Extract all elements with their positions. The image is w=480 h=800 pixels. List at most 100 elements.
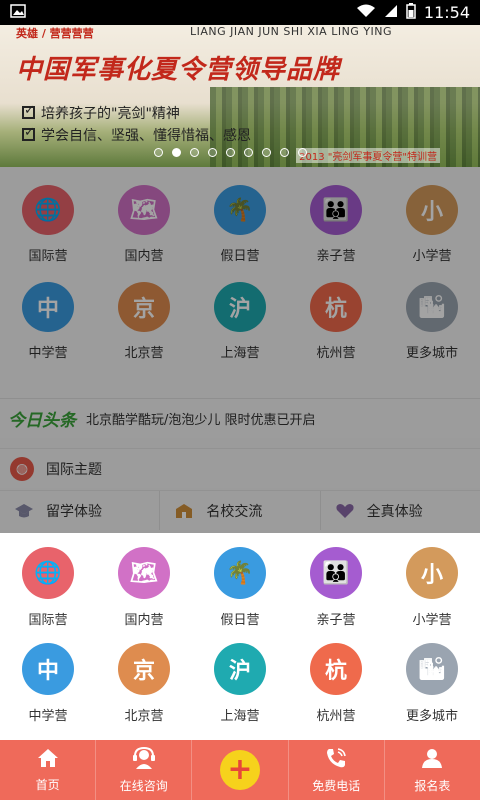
banner-line-2: 学会自信、坚强、懂得惜福、感恩 bbox=[22, 125, 251, 145]
category-row: 🌐 国际营 🗺 国内营 🌴 假日营 👪 亲子营 小小学营 bbox=[0, 167, 480, 264]
category-china-map[interactable]: 🗺 国内营 bbox=[96, 533, 192, 629]
globe-plane-icon: 🌐 bbox=[22, 185, 74, 235]
category-palm-tree[interactable]: 🌴 假日营 bbox=[192, 533, 288, 629]
hang-char-icon: 杭 bbox=[310, 643, 362, 695]
banner-headline: 中国军事化夏令营领导品牌 bbox=[16, 55, 341, 85]
image-notification-icon bbox=[10, 3, 26, 22]
category-label: 假日营 bbox=[220, 613, 260, 628]
home-icon bbox=[37, 748, 59, 772]
school-building-icon bbox=[174, 503, 194, 519]
carousel-dot[interactable] bbox=[154, 148, 163, 157]
category-hu-char[interactable]: 沪上海营 bbox=[192, 629, 288, 725]
hu-char-icon: 沪 bbox=[214, 643, 266, 695]
category-label: 中学营 bbox=[28, 709, 68, 724]
category-label: 杭州营 bbox=[316, 346, 356, 361]
category-label: 北京营 bbox=[124, 709, 164, 724]
carousel-dot[interactable] bbox=[190, 148, 199, 157]
today-headline-tag: 今日头条 bbox=[8, 411, 76, 431]
wifi-icon bbox=[356, 3, 376, 22]
xiao-char-icon: 小 bbox=[406, 547, 458, 599]
category-label: 杭州营 bbox=[316, 709, 356, 724]
bottom-tab-bar: 首页 在线咨询 + 免费电话 报名表 bbox=[0, 740, 480, 800]
user-icon bbox=[421, 747, 443, 773]
carousel-dot[interactable] bbox=[226, 148, 235, 157]
jing-char-icon: 京 bbox=[118, 643, 170, 695]
sub-item-real[interactable]: 全真体验 bbox=[321, 491, 480, 530]
graduation-cap-icon bbox=[14, 503, 34, 519]
headline-bar[interactable]: 今日头条 北京酷学酷玩/泡泡少儿 限时优惠已开启 bbox=[0, 398, 480, 438]
buildings-icon: 🏙 bbox=[406, 282, 458, 332]
category-label: 上海营 bbox=[220, 346, 260, 361]
plus-icon: + bbox=[220, 750, 260, 790]
category-label: 国际营 bbox=[28, 613, 68, 628]
category-label: 亲子营 bbox=[316, 249, 356, 264]
status-bar: 11:54 bbox=[0, 0, 480, 25]
category-label: 假日营 bbox=[220, 249, 260, 264]
category-label: 国内营 bbox=[124, 249, 164, 264]
category-label: 更多城市 bbox=[405, 346, 458, 361]
status-time: 11:54 bbox=[423, 3, 470, 22]
tab-online-consult[interactable]: 在线咨询 bbox=[96, 740, 193, 800]
china-map-icon: 🗺 bbox=[118, 185, 170, 235]
carousel-dot[interactable] bbox=[244, 148, 253, 157]
theme-row[interactable]: ◍ 国际主题 bbox=[0, 448, 480, 488]
banner-pinyin: LIANG JIAN JUN SHI XIA LING YING bbox=[190, 25, 393, 38]
theme-label: 国际主题 bbox=[46, 461, 102, 478]
parent-child-icon: 👪 bbox=[310, 185, 362, 235]
category-popup: 🌐 国际营 🗺 国内营 🌴 假日营 👪 亲子营小小学营 中中学营京北京营沪上海营杭杭州营 🏙 更多… bbox=[0, 533, 480, 740]
category-row: 中中学营京北京营沪上海营杭杭州营 🏙 更多城市 bbox=[0, 629, 480, 725]
tab-home[interactable]: 首页 bbox=[0, 740, 97, 800]
carousel-dot[interactable] bbox=[280, 148, 289, 157]
china-map-icon: 🗺 bbox=[118, 547, 170, 599]
heart-icon bbox=[335, 503, 355, 519]
category-xiao-char[interactable]: 小小学营 bbox=[384, 533, 480, 629]
category-hang-char[interactable]: 杭杭州营 bbox=[288, 629, 384, 725]
headline-text[interactable]: 北京酷学酷玩/泡泡少儿 限时优惠已开启 bbox=[86, 409, 316, 428]
carousel-dot[interactable] bbox=[262, 148, 271, 157]
carousel-dot[interactable] bbox=[172, 148, 181, 157]
category-grid-background: 🌐 国际营 🗺 国内营 🌴 假日营 👪 亲子营小小学营 中中学营京北京营沪上海营杭杭州营 🏙 更多… bbox=[0, 167, 480, 361]
category-xiao-char: 小小学营 bbox=[384, 167, 480, 264]
headset-icon bbox=[132, 746, 156, 773]
sub-item-exchange[interactable]: 名校交流 bbox=[160, 491, 321, 530]
hang-char-icon: 杭 bbox=[310, 282, 362, 332]
zhong-char-icon: 中 bbox=[22, 643, 74, 695]
xiao-char-icon: 小 bbox=[406, 185, 458, 235]
category-label: 中学营 bbox=[28, 346, 68, 361]
globe-icon: ◍ bbox=[10, 456, 34, 481]
sub-item-study[interactable]: 留学体验 bbox=[0, 491, 161, 530]
category-zhong-char[interactable]: 中中学营 bbox=[0, 629, 96, 725]
phone-icon bbox=[324, 747, 348, 773]
category-jing-char[interactable]: 京北京营 bbox=[96, 629, 192, 725]
zhong-char-icon: 中 bbox=[22, 282, 74, 332]
spacer bbox=[0, 361, 480, 398]
category-label: 国际营 bbox=[28, 249, 68, 264]
category-label: 小学营 bbox=[412, 249, 452, 264]
category-palm-tree: 🌴 假日营 bbox=[192, 167, 288, 264]
category-parent-child: 👪 亲子营 bbox=[288, 167, 384, 264]
tab-free-call[interactable]: 免费电话 bbox=[289, 740, 385, 800]
category-parent-child[interactable]: 👪 亲子营 bbox=[288, 533, 384, 629]
palm-tree-icon: 🌴 bbox=[214, 547, 266, 599]
carousel-dot[interactable] bbox=[298, 148, 307, 157]
tab-add[interactable]: + bbox=[192, 740, 289, 800]
category-globe-plane[interactable]: 🌐 国际营 bbox=[0, 533, 96, 629]
category-china-map: 🗺 国内营 bbox=[96, 167, 192, 264]
sub-theme-row: 留学体验 名校交流 全真体验 bbox=[0, 490, 480, 530]
category-label: 小学营 bbox=[412, 613, 452, 628]
jing-char-icon: 京 bbox=[118, 282, 170, 332]
category-buildings[interactable]: 🏙 更多城市 bbox=[384, 629, 480, 725]
promo-banner[interactable]: 英雄 / 营营营营 LIANG JIAN JUN SHI XIA LING YI… bbox=[0, 25, 480, 167]
category-label: 国内营 bbox=[124, 613, 164, 628]
carousel-dot[interactable] bbox=[208, 148, 217, 157]
category-label: 亲子营 bbox=[316, 613, 356, 628]
palm-tree-icon: 🌴 bbox=[214, 185, 266, 235]
signal-icon bbox=[384, 3, 398, 22]
parent-child-icon: 👪 bbox=[310, 547, 362, 599]
category-globe-plane: 🌐 国际营 bbox=[0, 167, 96, 264]
tab-signup-form[interactable]: 报名表 bbox=[385, 740, 480, 800]
category-label: 上海营 bbox=[220, 709, 260, 724]
hu-char-icon: 沪 bbox=[214, 282, 266, 332]
carousel-dots[interactable] bbox=[154, 148, 307, 157]
category-row: 🌐 国际营 🗺 国内营 🌴 假日营 👪 亲子营 小小学营 bbox=[0, 533, 480, 629]
